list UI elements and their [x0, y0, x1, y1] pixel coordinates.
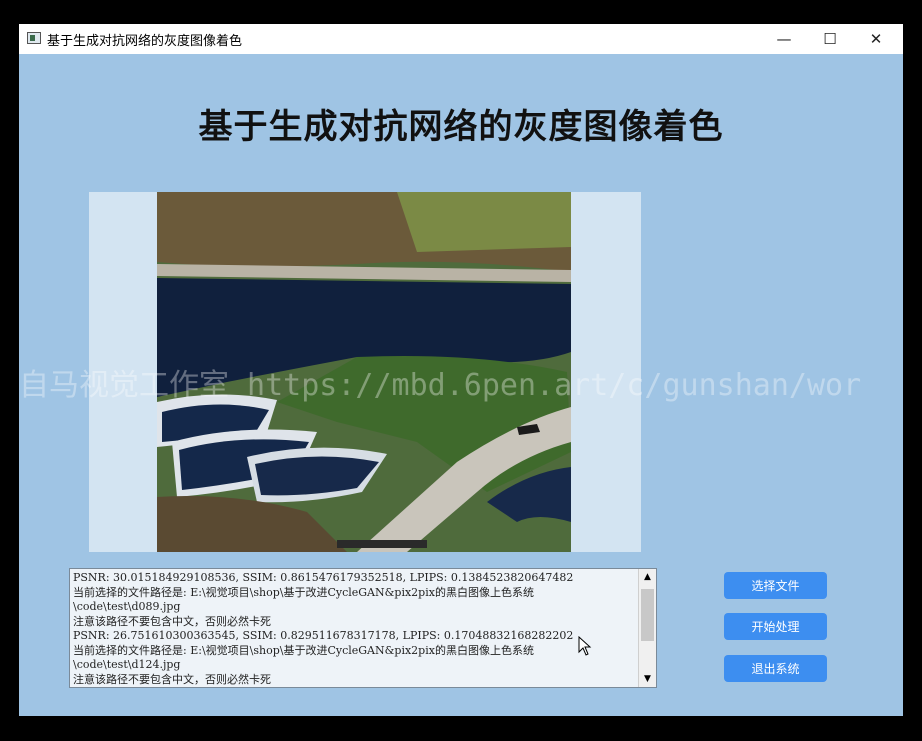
scroll-up-icon[interactable]: ▲ — [639, 569, 656, 585]
log-line: PSNR: 26.751610300363545, SSIM: 0.829511… — [73, 629, 574, 642]
title-bar: 基于生成对抗网络的灰度图像着色 — ☐ ✕ — [19, 24, 903, 54]
app-window: 基于生成对抗网络的灰度图像着色 — ☐ ✕ 基于生成对抗网络的灰度图像着色 自马… — [19, 24, 903, 716]
page-title: 基于生成对抗网络的灰度图像着色 — [198, 107, 724, 147]
log-textarea[interactable]: PSNR: 30.015184929108536, SSIM: 0.861547… — [69, 568, 657, 688]
start-process-button[interactable]: 开始处理 — [724, 613, 827, 640]
log-line: 当前选择的文件路径是: E:\视觉项目\shop\基于改进CycleGAN&pi… — [73, 643, 534, 657]
select-file-button[interactable]: 选择文件 — [724, 572, 827, 599]
maximize-button[interactable]: ☐ — [807, 24, 853, 54]
log-line: \code\test\d089.jpg — [73, 600, 181, 613]
log-line: 当前选择的文件路径是: E:\视觉项目\shop\基于改进CycleGAN&pi… — [73, 585, 534, 599]
mouse-cursor-icon — [578, 636, 592, 656]
close-button[interactable]: ✕ — [853, 24, 899, 54]
log-line: \code\test\d124.jpg — [73, 658, 181, 671]
app-icon — [27, 32, 41, 44]
scroll-thumb[interactable] — [641, 589, 654, 641]
watermark-text: 自马视觉工作室 https://mbd.6pen.art/c/gunshan/w… — [19, 368, 862, 403]
window-title: 基于生成对抗网络的灰度图像着色 — [47, 34, 243, 49]
scroll-down-icon[interactable]: ▼ — [639, 671, 656, 687]
log-line: 注意该路径不要包含中文，否则必然卡死 — [73, 614, 271, 628]
log-scrollbar[interactable]: ▲ ▼ — [638, 569, 656, 687]
minimize-button[interactable]: — — [761, 24, 807, 54]
log-content: PSNR: 30.015184929108536, SSIM: 0.861547… — [73, 571, 635, 687]
log-line: PSNR: 30.015184929108536, SSIM: 0.861547… — [73, 571, 574, 584]
exit-button[interactable]: 退出系统 — [724, 655, 827, 682]
log-line: 注意该路径不要包含中文，否则必然卡死 — [73, 672, 271, 686]
